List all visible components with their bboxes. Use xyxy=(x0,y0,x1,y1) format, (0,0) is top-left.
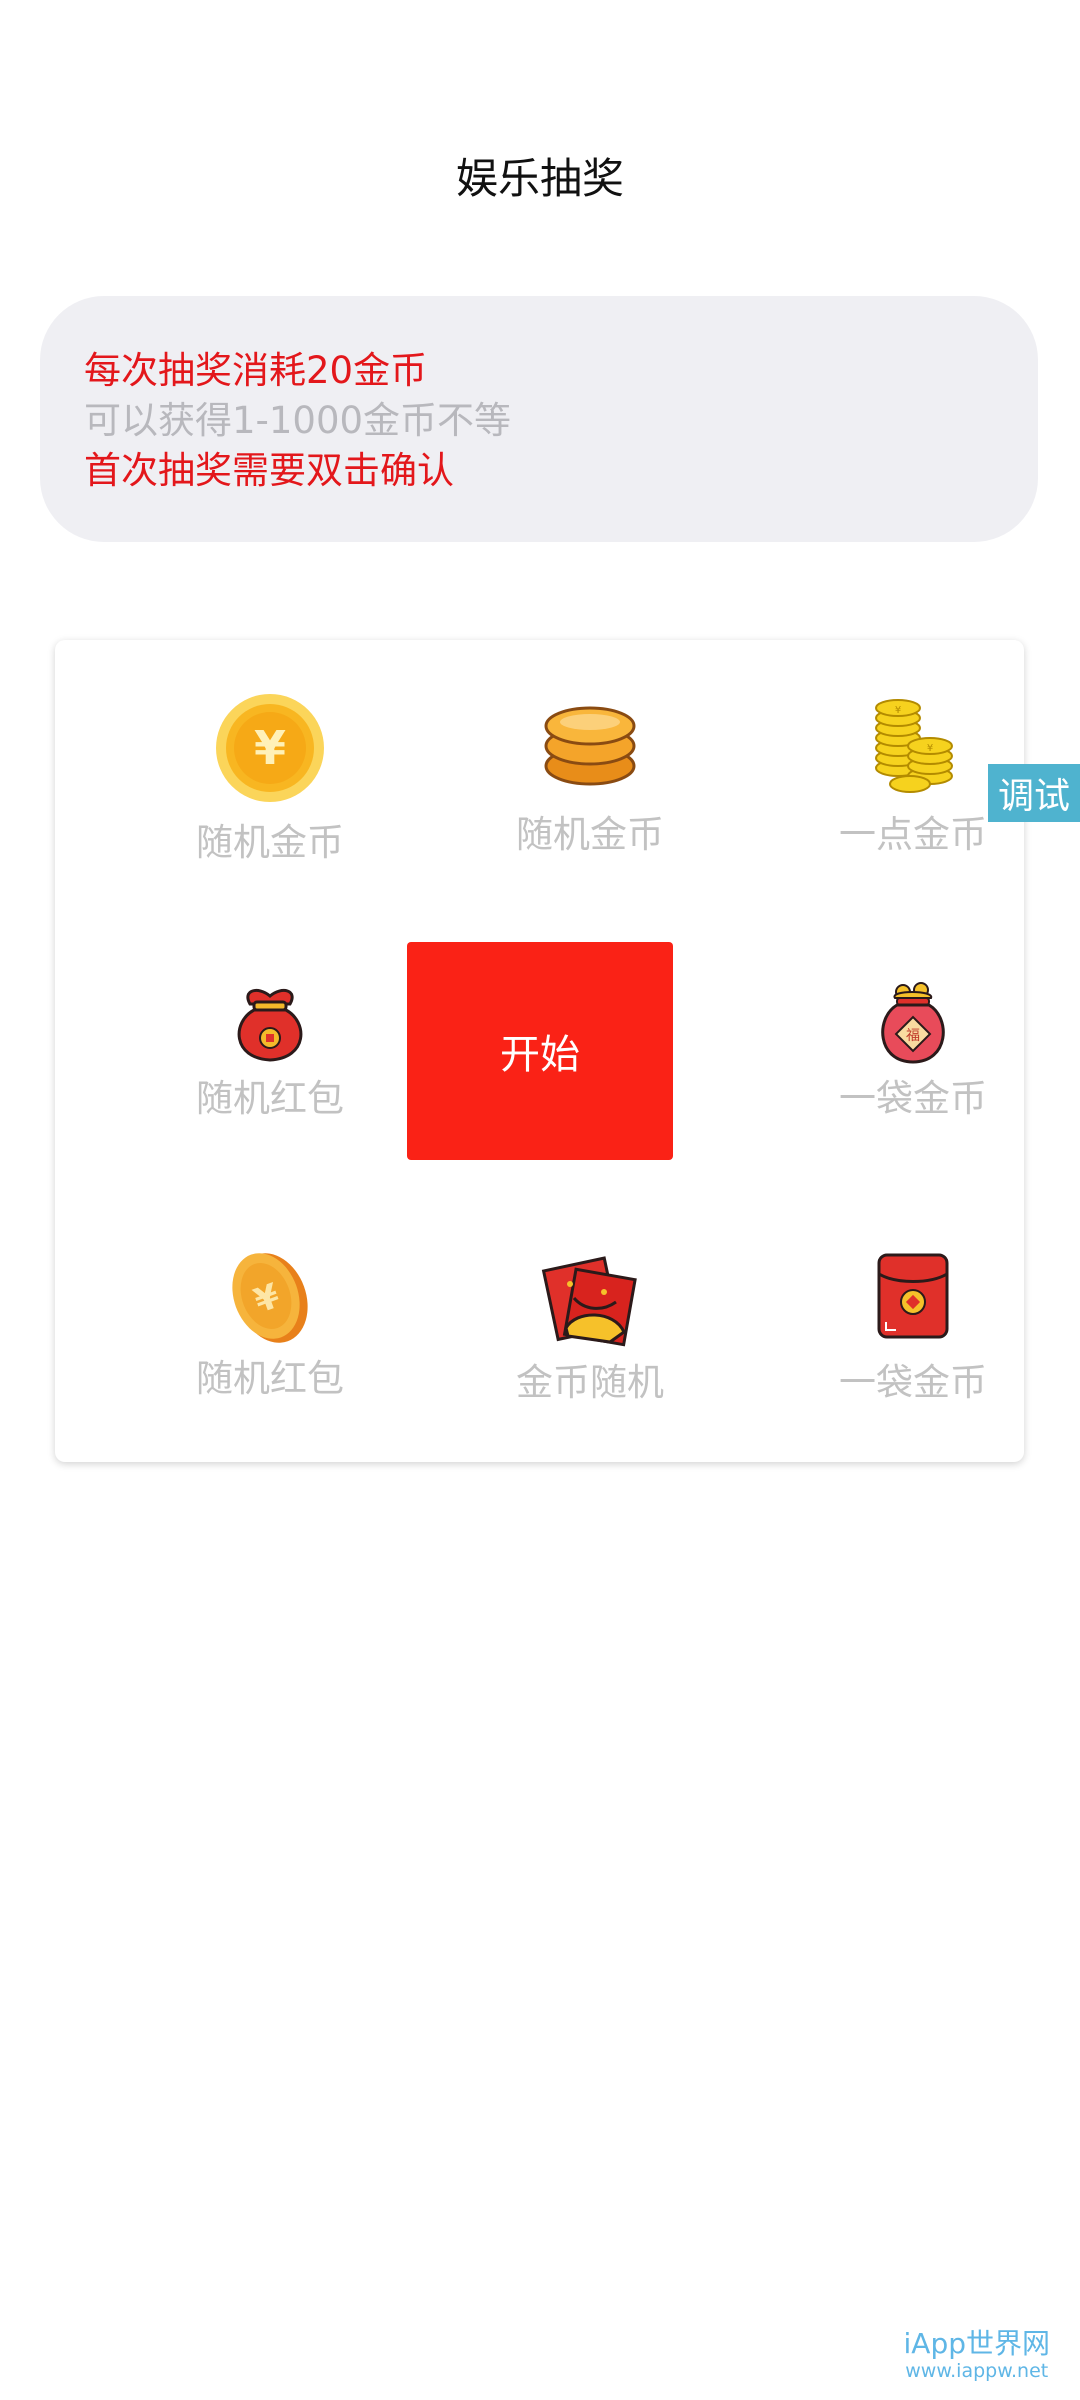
page-title: 娱乐抽奖 xyxy=(455,154,624,203)
coin-stack-icon xyxy=(544,706,636,786)
prize-cell-7[interactable]: ¥ 随机红包 xyxy=(170,1250,370,1450)
rule-reward-text: 可以获得1-1000金币不等 xyxy=(84,399,512,442)
prize-label: 随机金币 xyxy=(196,821,344,864)
debug-tab-button[interactable]: 调试 xyxy=(988,764,1080,822)
svg-text:¥: ¥ xyxy=(254,721,286,775)
prize-cell-2[interactable]: 随机金币 xyxy=(490,698,690,898)
rules-card: 每次抽奖消耗20金币 可以获得1-1000金币不等 首次抽奖需要双击确认 xyxy=(40,296,1038,542)
start-button[interactable]: 开始 xyxy=(407,942,673,1160)
prize-label: 随机红包 xyxy=(196,1077,344,1120)
prize-cell-1[interactable]: ¥ 随机金币 xyxy=(170,692,370,892)
prize-cell-4[interactable]: 福 一袋金币 xyxy=(813,982,1013,1182)
watermark-url: www.iappw.net xyxy=(905,2360,1049,2382)
open-red-envelope-icon xyxy=(541,1256,637,1347)
watermark-title: iApp世界网 xyxy=(903,2327,1050,2360)
svg-text:¥: ¥ xyxy=(927,743,933,754)
prize-cell-8[interactable]: 随机红包 xyxy=(170,982,370,1182)
svg-text:¥: ¥ xyxy=(895,705,901,716)
lottery-grid: ¥ 随机金币 随机金币 ¥ ¥ 一点金币 随机红包 开始 福 一袋金币 ¥ 随机… xyxy=(55,640,1024,1462)
yuan-coin-icon: ¥ xyxy=(216,694,324,802)
prize-label: 随机金币 xyxy=(516,813,664,856)
prize-cell-5[interactable]: 一袋金币 xyxy=(813,1252,1013,1452)
prize-label: 一点金币 xyxy=(839,813,987,856)
prize-label: 一袋金币 xyxy=(839,1361,987,1404)
rule-confirm-text: 首次抽奖需要双击确认 xyxy=(84,449,454,492)
fu-bag-icon: 福 xyxy=(881,982,945,1064)
coin-piles-icon: ¥ ¥ xyxy=(875,699,953,793)
lottery-page: 娱乐抽奖 每次抽奖消耗20金币 可以获得1-1000金币不等 首次抽奖需要双击确… xyxy=(0,0,1080,2400)
rule-cost-text: 每次抽奖消耗20金币 xyxy=(84,349,428,392)
money-bag-icon xyxy=(237,988,303,1062)
prize-cell-3[interactable]: ¥ ¥ 一点金币 xyxy=(813,698,1013,898)
watermark: iApp世界网 www.iappw.net xyxy=(903,2327,1050,2383)
prize-label: 金币随机 xyxy=(516,1361,664,1404)
red-envelope-icon xyxy=(877,1253,949,1339)
prize-label: 一袋金币 xyxy=(839,1077,987,1120)
tilted-coin-icon: ¥ xyxy=(232,1253,308,1343)
svg-text:福: 福 xyxy=(906,1028,920,1044)
prize-label: 随机红包 xyxy=(196,1357,344,1400)
prize-cell-6[interactable]: 金币随机 xyxy=(490,1252,690,1452)
